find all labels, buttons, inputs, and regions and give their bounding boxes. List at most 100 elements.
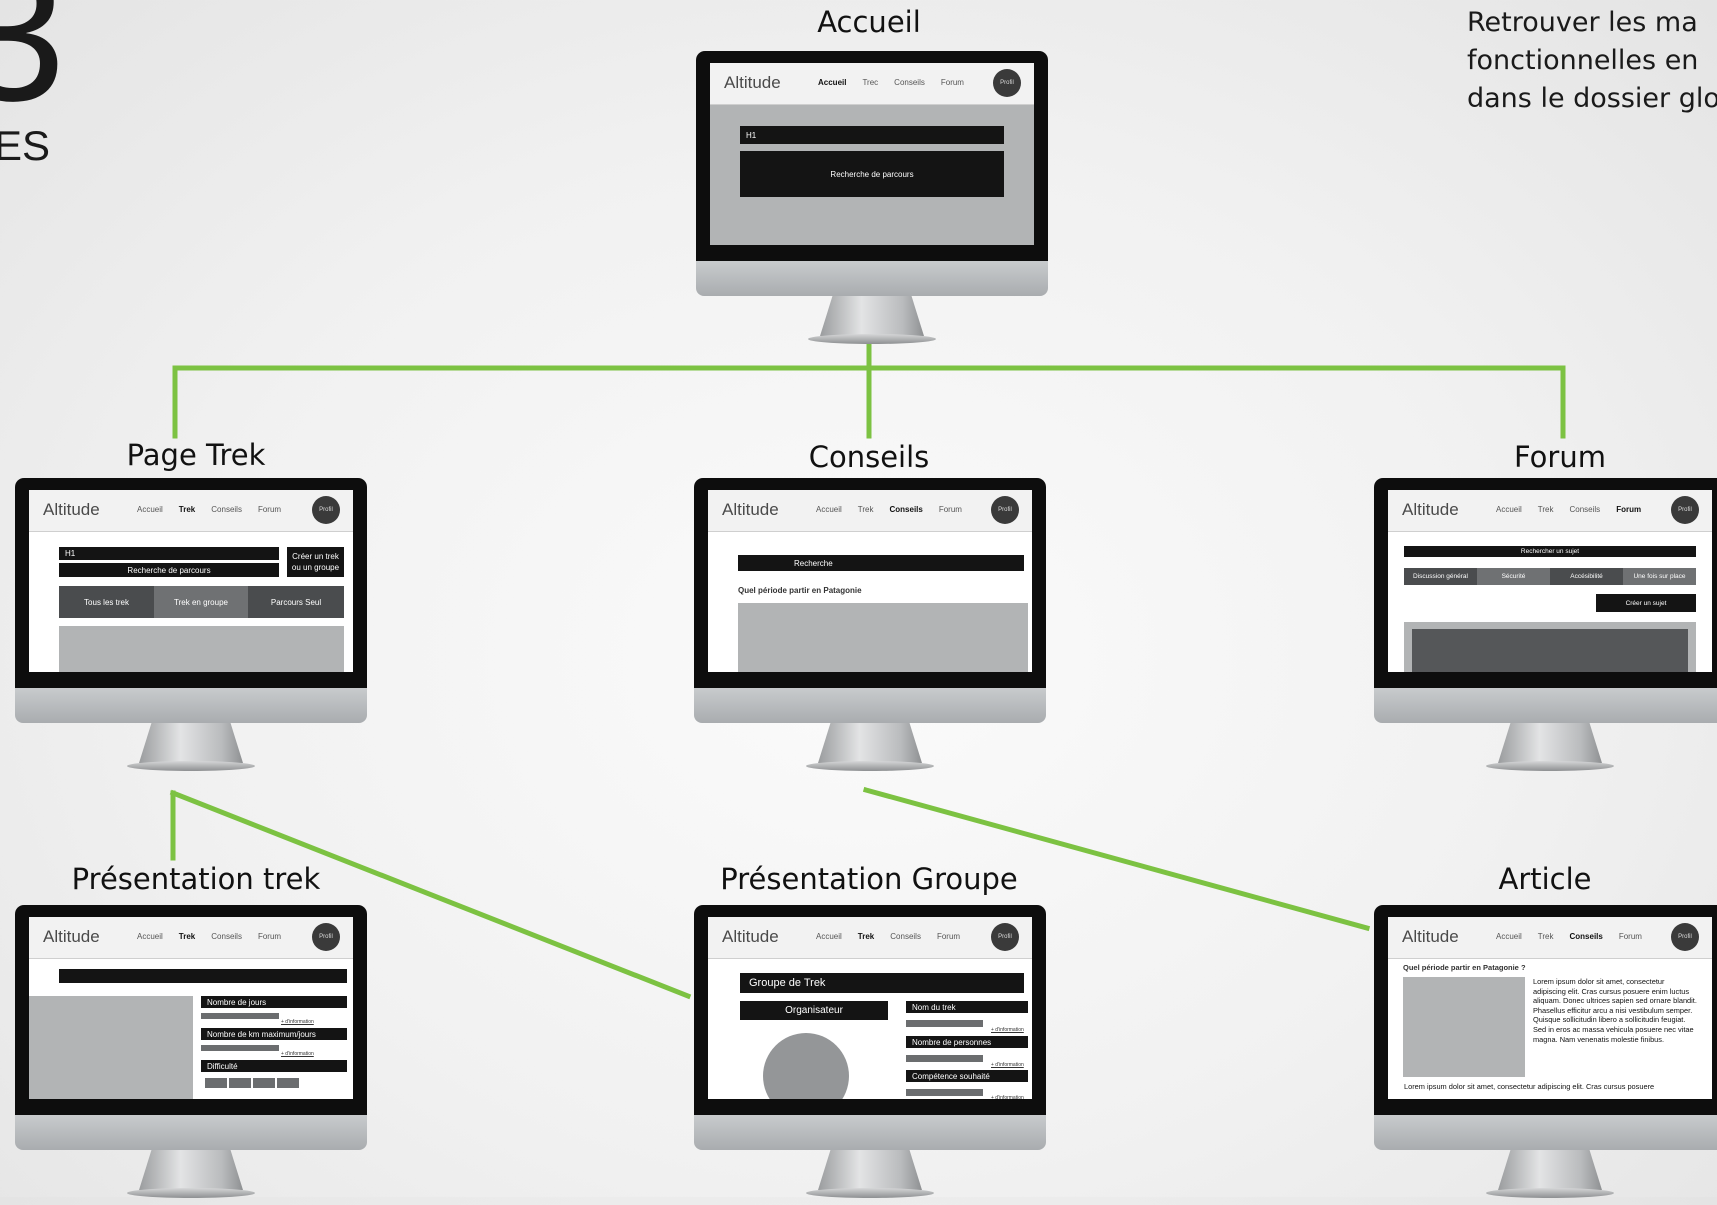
monitor-chin [694,688,1046,723]
profile-avatar[interactable]: Profil [991,923,1019,951]
monitor-article: Altitude Accueil Trek Conseils Forum Profil… [1374,905,1717,1205]
field-value-bar [906,1089,983,1096]
nav-link-trek[interactable]: Trek [1538,505,1554,514]
article-body-continued: Lorem ipsum dolor sit amet, consectetur … [1404,1082,1655,1091]
monitor-foot [808,334,936,344]
nav-link-trek[interactable]: Trek [1538,932,1554,941]
nav-link-forum[interactable]: Forum [941,78,964,87]
nav-link-conseils[interactable]: Conseils [1570,505,1601,514]
note-line: dans le dossier glo [1467,83,1717,114]
nav-link-accueil[interactable]: Accueil [137,932,163,941]
nav-link-conseils[interactable]: Conseils [894,78,925,87]
navbar: Altitude Accueil Trek Conseils Forum Profil [1388,917,1712,959]
profile-avatar[interactable]: Profil [312,923,340,951]
profile-avatar[interactable]: Profil [991,496,1019,524]
site-logo[interactable]: Altitude [43,927,100,947]
site-logo[interactable]: Altitude [1402,927,1459,947]
field-difficulty: Difficulté [201,1060,347,1072]
site-logo[interactable]: Altitude [724,73,781,93]
more-info-link[interactable]: + d'information [991,1062,1024,1068]
article-preview[interactable] [738,603,1028,672]
nav-links: Accueil Trek Conseils Forum [816,932,976,941]
nav-link-accueil[interactable]: Accueil [816,505,842,514]
create-topic-button[interactable]: Créer un sujet [1596,594,1696,612]
nav-link-conseils[interactable]: Conseils [890,505,923,514]
more-info-link[interactable]: + d'information [991,1027,1024,1033]
nav-link-conseils[interactable]: Conseils [211,505,242,514]
trek-title-bar [59,969,347,983]
nav-link-forum[interactable]: Forum [937,932,960,941]
site-logo[interactable]: Altitude [722,927,779,947]
nav-link-forum[interactable]: Forum [258,505,281,514]
nav-link-forum[interactable]: Forum [1616,505,1641,514]
search-box[interactable]: Rechercher un sujet [1404,546,1696,557]
create-trek-line: ou un groupe [291,563,340,572]
tab-solo-treks[interactable]: Parcours Seul [248,586,344,618]
nav-link-forum[interactable]: Forum [1619,932,1642,941]
nav-link-accueil[interactable]: Accueil [137,505,163,514]
more-info-link[interactable]: + d'information [281,1019,314,1025]
monitor-accueil: Altitude Accueil Trec Conseils Forum Profil… [696,51,1048,351]
nav-link-forum[interactable]: Forum [258,932,281,941]
nav-link-trek[interactable]: Trek [858,932,874,941]
nav-link-conseils[interactable]: Conseils [1570,932,1603,941]
profile-avatar[interactable]: Profil [1671,496,1699,524]
topic-item[interactable] [1412,629,1688,672]
monitor-chin [1374,1115,1717,1150]
intro-note: Retrouver les ma fonctionnelles en dans … [1467,4,1717,118]
wireframe-conseils: Altitude Accueil Trek Conseils Forum Profil… [708,490,1032,672]
search-box[interactable]: Recherche de parcours [740,151,1004,197]
note-line: fonctionnelles en [1467,45,1699,76]
search-box[interactable]: Recherche de parcours [59,563,279,577]
nav-link-accueil[interactable]: Accueil [816,932,842,941]
nav-link-conseils[interactable]: Conseils [890,932,921,941]
create-trek-button[interactable]: Créer un trek ou un groupe [287,547,344,577]
profile-avatar[interactable]: Profil [312,496,340,524]
more-info-link[interactable]: + d'information [281,1051,314,1057]
wireframe-accueil: Altitude Accueil Trec Conseils Forum Profil… [710,63,1034,245]
create-trek-line: Créer un trek [292,552,339,561]
navbar: Altitude Accueil Trek Conseils Forum Profil [708,490,1032,532]
article-heading: Quel période partir en Patagonie ? [1403,963,1526,972]
field-value-bar [906,1020,983,1027]
monitor-chin [696,261,1048,296]
navbar: Altitude Accueil Trek Conseils Forum Profil [29,490,353,532]
tab-security[interactable]: Sécurité [1477,568,1550,585]
more-info-link[interactable]: + d'information [991,1095,1024,1099]
nav-link-trek[interactable]: Trek [179,932,195,941]
nav-links: Accueil Trek Conseils Forum [137,932,297,941]
field-people-count: Nombre de personnes [906,1036,1028,1048]
field-value-bar [201,1013,279,1019]
nav-link-accueil[interactable]: Accueil [1496,932,1522,941]
site-logo[interactable]: Altitude [43,500,100,520]
tab-group-treks[interactable]: Trek en groupe [154,586,248,618]
profile-avatar[interactable]: Profil [1671,923,1699,951]
article-heading[interactable]: Quel période partir en Patagonie [738,586,862,595]
nav-link-accueil[interactable]: Accueil [818,78,846,87]
site-logo[interactable]: Altitude [1402,500,1459,520]
nav-link-trek[interactable]: Trec [862,78,878,87]
tab-accessibility[interactable]: Accésibilité [1550,568,1623,585]
profile-avatar[interactable]: Profil [993,69,1021,97]
difficulty-level-marker [205,1078,227,1088]
nav-links: Accueil Trek Conseils Forum [816,505,978,514]
tab-all-treks[interactable]: Tous les trek [59,586,154,618]
site-logo[interactable]: Altitude [722,500,779,520]
monitor-chin [15,688,367,723]
tab-on-site[interactable]: Une fois sur place [1623,568,1696,585]
monitor-page-trek: Altitude Accueil Trek Conseils Forum Profil… [15,478,367,778]
nav-link-conseils[interactable]: Conseils [211,932,242,941]
tab-general[interactable]: Discussion général [1404,568,1477,585]
hero-h1: H1 [740,126,1004,144]
wireframe-page-trek: Altitude Accueil Trek Conseils Forum Profil… [29,490,353,672]
page-label-accueil: Accueil [817,5,921,39]
nav-link-accueil[interactable]: Accueil [1496,505,1522,514]
nav-link-trek[interactable]: Trek [858,505,874,514]
field-days: Nombre de jours [201,996,347,1008]
monitor-stand [818,723,922,763]
nav-link-trek[interactable]: Trek [179,505,195,514]
navbar: Altitude Accueil Trec Conseils Forum Profil [710,63,1034,105]
search-box[interactable]: Recherche [738,555,1024,571]
monitor-stand [818,1150,922,1190]
nav-link-forum[interactable]: Forum [939,505,962,514]
